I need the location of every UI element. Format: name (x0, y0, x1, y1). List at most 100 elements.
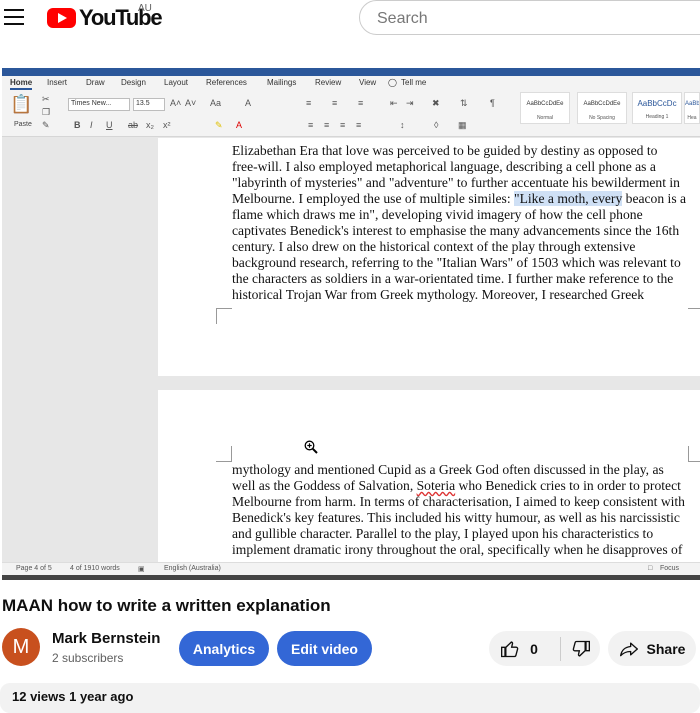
proofing-icon: ▣ (138, 566, 145, 573)
edit-video-button[interactable]: Edit video (277, 631, 372, 666)
subscriber-count: 2 subscribers (52, 651, 124, 665)
align-right-icon[interactable]: ≡ (340, 120, 345, 130)
style-heading-1[interactable]: AaBbCcDc Heading 1 (632, 92, 682, 124)
share-button[interactable]: Share (608, 631, 696, 666)
tab-draw[interactable]: Draw (86, 78, 105, 87)
font-name-select[interactable]: Times New... (68, 98, 130, 111)
search-box[interactable] (359, 0, 700, 35)
misspelled-word: Soteria (416, 478, 456, 493)
document-page[interactable]: Elizabethan Era that love was perceived … (158, 138, 700, 376)
clear-format-icon[interactable]: A (245, 98, 251, 108)
word-status-bar: Page 4 of 5 4 of 1910 words ▣ English (A… (2, 562, 700, 576)
tab-home[interactable]: Home (10, 78, 33, 90)
shading-icon[interactable]: ◊ (434, 120, 438, 130)
search-input[interactable] (375, 9, 679, 29)
paste-icon[interactable]: 📋 (10, 94, 32, 115)
doc-line: Melbourne. I employed the use of multipl… (232, 191, 687, 206)
asian-layout-icon[interactable]: ✖ (432, 98, 440, 109)
channel-avatar[interactable]: M (2, 628, 40, 666)
bold-icon[interactable]: B (74, 120, 81, 130)
grow-font-icon[interactable]: A˄ (170, 98, 181, 108)
doc-line: and gullible character. Parallel to the … (232, 526, 654, 541)
word-ribbon: 📋 Paste ✂ ❐ ✎ Times New... 13.5 A˄ A˅ Aa… (2, 90, 700, 137)
align-center-icon[interactable]: ≡ (324, 120, 329, 130)
doc-line: implement dramatic irony throughout the … (232, 542, 683, 557)
tab-view[interactable]: View (359, 78, 376, 87)
copy-icon[interactable]: ❐ (42, 107, 50, 118)
doc-line: historical Trojan War from Greek mytholo… (232, 287, 645, 302)
doc-line: mythology and mentioned Cupid as a Greek… (232, 462, 664, 477)
tab-tell-me[interactable]: Tell me (401, 78, 426, 87)
tab-review[interactable]: Review (315, 78, 341, 87)
doc-line: well as the Goddess of Salvation, Soteri… (232, 478, 681, 493)
justify-icon[interactable]: ≡ (356, 120, 361, 130)
page-corner-mark (216, 308, 232, 324)
doc-line: free-will. I also employed metaphorical … (232, 159, 656, 174)
doc-line: Elizabethan Era that love was perceived … (232, 143, 658, 158)
analytics-button[interactable]: Analytics (179, 631, 269, 666)
menu-icon[interactable] (4, 9, 24, 25)
dislike-icon[interactable] (571, 639, 591, 659)
decrease-indent-icon[interactable]: ⇤ (390, 98, 398, 109)
page-corner-mark (688, 446, 700, 462)
numbering-icon[interactable]: ≡ (332, 98, 337, 108)
language: English (Australia) (164, 565, 221, 572)
bullets-icon[interactable]: ≡ (306, 98, 311, 108)
doc-line: Melbourne from harm. In terms of charact… (232, 494, 685, 509)
video-title: MAAN how to write a written explanation (2, 596, 331, 615)
video-progress-bar[interactable] (2, 575, 700, 580)
selected-text: "Like a moth, every (514, 191, 623, 206)
underline-icon[interactable]: U (106, 120, 113, 130)
tab-mailings[interactable]: Mailings (267, 78, 296, 87)
doc-line: Benedick's key features. This included h… (232, 510, 680, 525)
video-player[interactable]: Home Insert Draw Design Layout Reference… (2, 68, 700, 580)
page-corner-mark (216, 446, 232, 462)
paragraph-marks-icon[interactable]: ¶ (490, 98, 495, 108)
doc-line: flame which draws me in", developing viv… (232, 207, 643, 222)
tab-insert[interactable]: Insert (47, 78, 67, 87)
format-painter-icon[interactable]: ✎ (42, 120, 50, 131)
italic-icon[interactable]: I (90, 120, 93, 130)
align-left-icon[interactable]: ≡ (308, 120, 313, 130)
superscript-icon[interactable]: x² (163, 120, 171, 130)
share-label: Share (646, 640, 686, 657)
word-title-bar (2, 68, 700, 76)
tab-design[interactable]: Design (121, 78, 146, 87)
like-dislike-group[interactable]: 0 (489, 631, 600, 666)
highlight-icon[interactable]: ✎ (215, 120, 223, 131)
shrink-font-icon[interactable]: A˅ (185, 98, 196, 108)
style-no-spacing[interactable]: AaBbCcDdEe No Spacing (577, 92, 627, 124)
multilevel-list-icon[interactable]: ≡ (358, 98, 363, 108)
strikethrough-icon[interactable]: ab (128, 120, 138, 130)
tab-references[interactable]: References (206, 78, 247, 87)
font-size-select[interactable]: 13.5 (133, 98, 165, 111)
tab-layout[interactable]: Layout (164, 78, 188, 87)
like-icon[interactable] (500, 639, 520, 659)
country-code: AU (138, 3, 152, 14)
font-color-icon[interactable]: A (236, 120, 242, 130)
sort-icon[interactable]: ⇅ (460, 98, 468, 109)
paste-label: Paste (14, 121, 32, 128)
doc-line: century. I also drew on the historical c… (232, 239, 636, 254)
style-normal[interactable]: AaBbCcDdEe Normal (520, 92, 570, 124)
page-count: Page 4 of 5 (16, 565, 52, 572)
word-ribbon-tabs: Home Insert Draw Design Layout Reference… (2, 76, 700, 90)
zoom-in-cursor-icon (304, 440, 318, 454)
subscript-icon[interactable]: x₂ (146, 120, 154, 130)
word-count: 4 of 1910 words (70, 565, 120, 572)
share-icon (619, 642, 638, 656)
focus-mode: Focus (660, 565, 680, 572)
style-heading-2[interactable]: AaBb Hea (684, 92, 700, 124)
page-corner-mark (688, 308, 700, 324)
view-count: 12 views 1 year ago (12, 689, 134, 704)
divider (559, 636, 561, 661)
change-case-icon[interactable]: Aa (210, 98, 221, 108)
borders-icon[interactable]: ▦ (458, 120, 467, 131)
increase-indent-icon[interactable]: ⇥ (406, 98, 414, 109)
line-spacing-icon[interactable]: ↕ (400, 120, 405, 130)
like-count: 0 (530, 640, 538, 657)
document-page[interactable]: mythology and mentioned Cupid as a Greek… (158, 390, 700, 580)
doc-line: the characters as soldiers in a war-orie… (232, 271, 674, 286)
channel-name[interactable]: Mark Bernstein (52, 630, 160, 647)
cut-icon[interactable]: ✂ (42, 94, 50, 105)
